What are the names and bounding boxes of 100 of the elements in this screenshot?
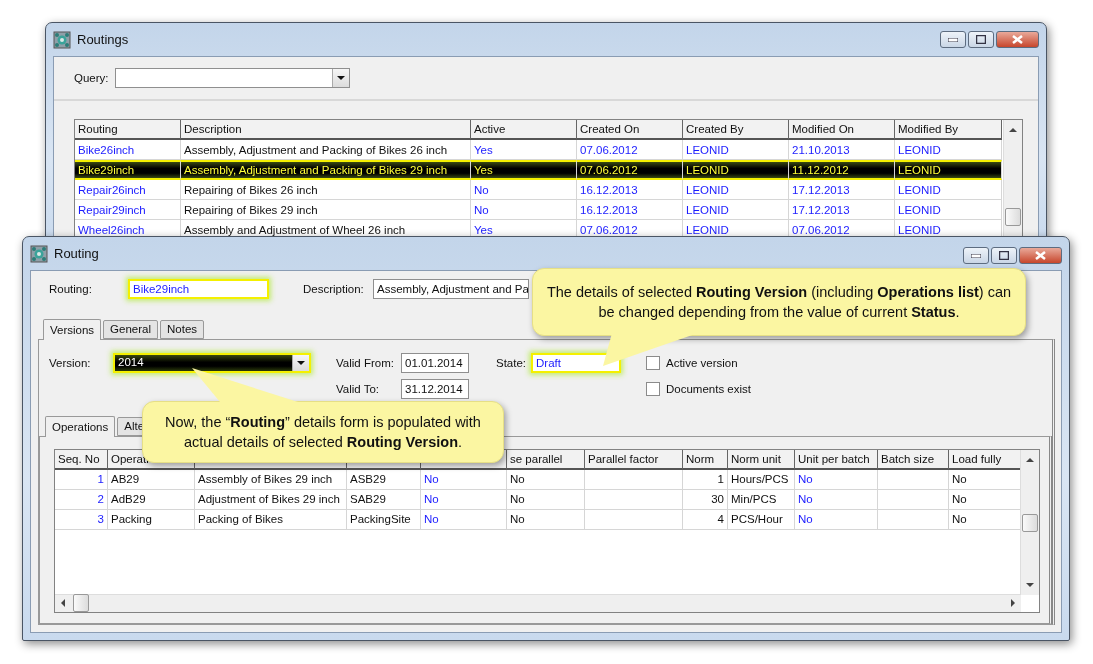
- maximize-button[interactable]: [968, 31, 994, 48]
- scrollbar-thumb[interactable]: [1022, 513, 1038, 532]
- table-cell: Bike26inch: [75, 140, 181, 160]
- column-header[interactable]: Unit per batch: [795, 449, 878, 470]
- date-field[interactable]: 31.12.2014: [401, 378, 469, 399]
- field-label: Routing:: [49, 282, 93, 295]
- column-header[interactable]: Active: [471, 120, 577, 140]
- table-cell: No: [795, 509, 878, 530]
- table-cell: No: [421, 489, 507, 510]
- close-icon: [1012, 35, 1023, 44]
- scroll-left-icon: [61, 599, 65, 608]
- tab[interactable]: Versions: [43, 318, 102, 340]
- table-cell: 2: [55, 489, 108, 510]
- selected-table-cell: Assembly, Adjustment and Packing of Bikes 29 inch: [181, 160, 471, 180]
- field-label: Query:: [74, 72, 109, 84]
- table-cell: PCS/Hour: [728, 509, 795, 530]
- table-cell: LEONID: [683, 200, 789, 220]
- table-cell: Repair26inch: [75, 180, 181, 200]
- window-title: Routings: [77, 32, 129, 47]
- table-cell: 1: [683, 469, 728, 490]
- column-header[interactable]: Norm unit: [728, 449, 795, 470]
- column-header[interactable]: Seq. No: [55, 449, 108, 470]
- minimize-icon: [948, 37, 958, 42]
- caret-icon: [297, 360, 305, 365]
- scrollbar-thumb[interactable]: [1005, 208, 1021, 226]
- table-cell: LEONID: [895, 140, 1002, 160]
- table-cell: AB29: [108, 469, 195, 490]
- dropdown-button[interactable]: [292, 354, 309, 371]
- field-label: Valid To:: [336, 382, 381, 395]
- table-cell: Adjustment of Bikes 29 inch: [195, 489, 347, 510]
- field-label: Description:: [303, 282, 365, 295]
- minimize-button[interactable]: [963, 247, 989, 264]
- close-button[interactable]: [996, 31, 1039, 48]
- table-cell: Yes: [471, 140, 577, 160]
- column-header[interactable]: Norm: [683, 449, 728, 470]
- checkbox-label: Documents exist: [666, 382, 751, 395]
- table-cell: Packing of Bikes: [195, 509, 347, 530]
- table-cell: [878, 509, 949, 530]
- minimize-icon: [971, 253, 981, 258]
- field-label: State:: [496, 356, 528, 369]
- app-icon: [30, 244, 48, 263]
- table-cell: PackingSite: [347, 509, 421, 530]
- selected-table-cell: Yes: [471, 160, 577, 180]
- column-header[interactable]: Created On: [577, 120, 683, 140]
- checkbox[interactable]: [646, 355, 660, 370]
- scrollbar[interactable]: [1003, 120, 1022, 239]
- table-cell: 07.06.2012: [577, 140, 683, 160]
- table-cell: SAB29: [347, 489, 421, 510]
- window-title: Routing: [54, 246, 99, 261]
- minimize-button[interactable]: [940, 31, 966, 48]
- scroll-right-icon: [1011, 599, 1015, 608]
- column-header[interactable]: Parallel factor: [585, 449, 683, 470]
- maximize-button[interactable]: [991, 247, 1017, 264]
- tab[interactable]: General: [103, 319, 159, 339]
- table-cell: No: [507, 509, 585, 530]
- column-header[interactable]: Modified By: [895, 120, 1002, 140]
- maximize-icon: [976, 35, 986, 44]
- table-cell: 3: [55, 509, 108, 530]
- selected-table-cell: Bike29inch: [75, 160, 181, 180]
- field-label: Version:: [49, 356, 92, 369]
- table-cell: LEONID: [683, 140, 789, 160]
- column-header[interactable]: se parallel: [507, 449, 585, 470]
- date-field[interactable]: 01.01.2014: [401, 352, 469, 373]
- table-cell: No: [795, 489, 878, 510]
- column-header[interactable]: Batch size: [878, 449, 949, 470]
- table-cell: 17.12.2013: [789, 180, 895, 200]
- scroll-up-icon: [1009, 128, 1017, 132]
- scrollbar-thumb[interactable]: [73, 594, 89, 613]
- column-header[interactable]: Created By: [683, 120, 789, 140]
- routing-field[interactable]: Bike29inch: [128, 278, 269, 299]
- column-header[interactable]: Modified On: [789, 120, 895, 140]
- table-cell: No: [471, 180, 577, 200]
- field-label: Valid From:: [336, 356, 395, 369]
- scrollbar[interactable]: [1020, 449, 1039, 595]
- table-cell: Packing: [108, 509, 195, 530]
- checkbox-label: Active version: [666, 356, 738, 369]
- tab[interactable]: Notes: [160, 319, 205, 339]
- version-dropdown[interactable]: 2014: [113, 352, 311, 373]
- table-cell: Assembly, Adjustment and Packing of Bikes 26 inch: [181, 140, 471, 160]
- selected-table-cell: 11.12.2012: [789, 160, 895, 180]
- table-cell: Repairing of Bikes 29 inch: [181, 200, 471, 220]
- checkbox[interactable]: [646, 381, 660, 396]
- horizontal-scrollbar[interactable]: [55, 593, 1021, 612]
- column-header[interactable]: Load fully: [949, 449, 1022, 470]
- table-cell: Min/PCS: [728, 489, 795, 510]
- scroll-down-icon: [1026, 582, 1034, 587]
- table-cell: Repairing of Bikes 26 inch: [181, 180, 471, 200]
- table-cell: No: [507, 489, 585, 510]
- close-icon: [1035, 251, 1046, 260]
- table-cell: Hours/PCS: [728, 469, 795, 490]
- column-header[interactable]: Routing: [75, 120, 181, 140]
- table-cell: No: [507, 469, 585, 490]
- table-cell: 17.12.2013: [789, 200, 895, 220]
- column-header[interactable]: Description: [181, 120, 471, 140]
- tab[interactable]: Operations: [45, 415, 116, 437]
- table-cell: LEONID: [895, 200, 1002, 220]
- table-cell: No: [421, 509, 507, 530]
- dropdown-button[interactable]: [331, 69, 349, 87]
- close-button[interactable]: [1019, 247, 1062, 264]
- app-icon: [53, 30, 71, 49]
